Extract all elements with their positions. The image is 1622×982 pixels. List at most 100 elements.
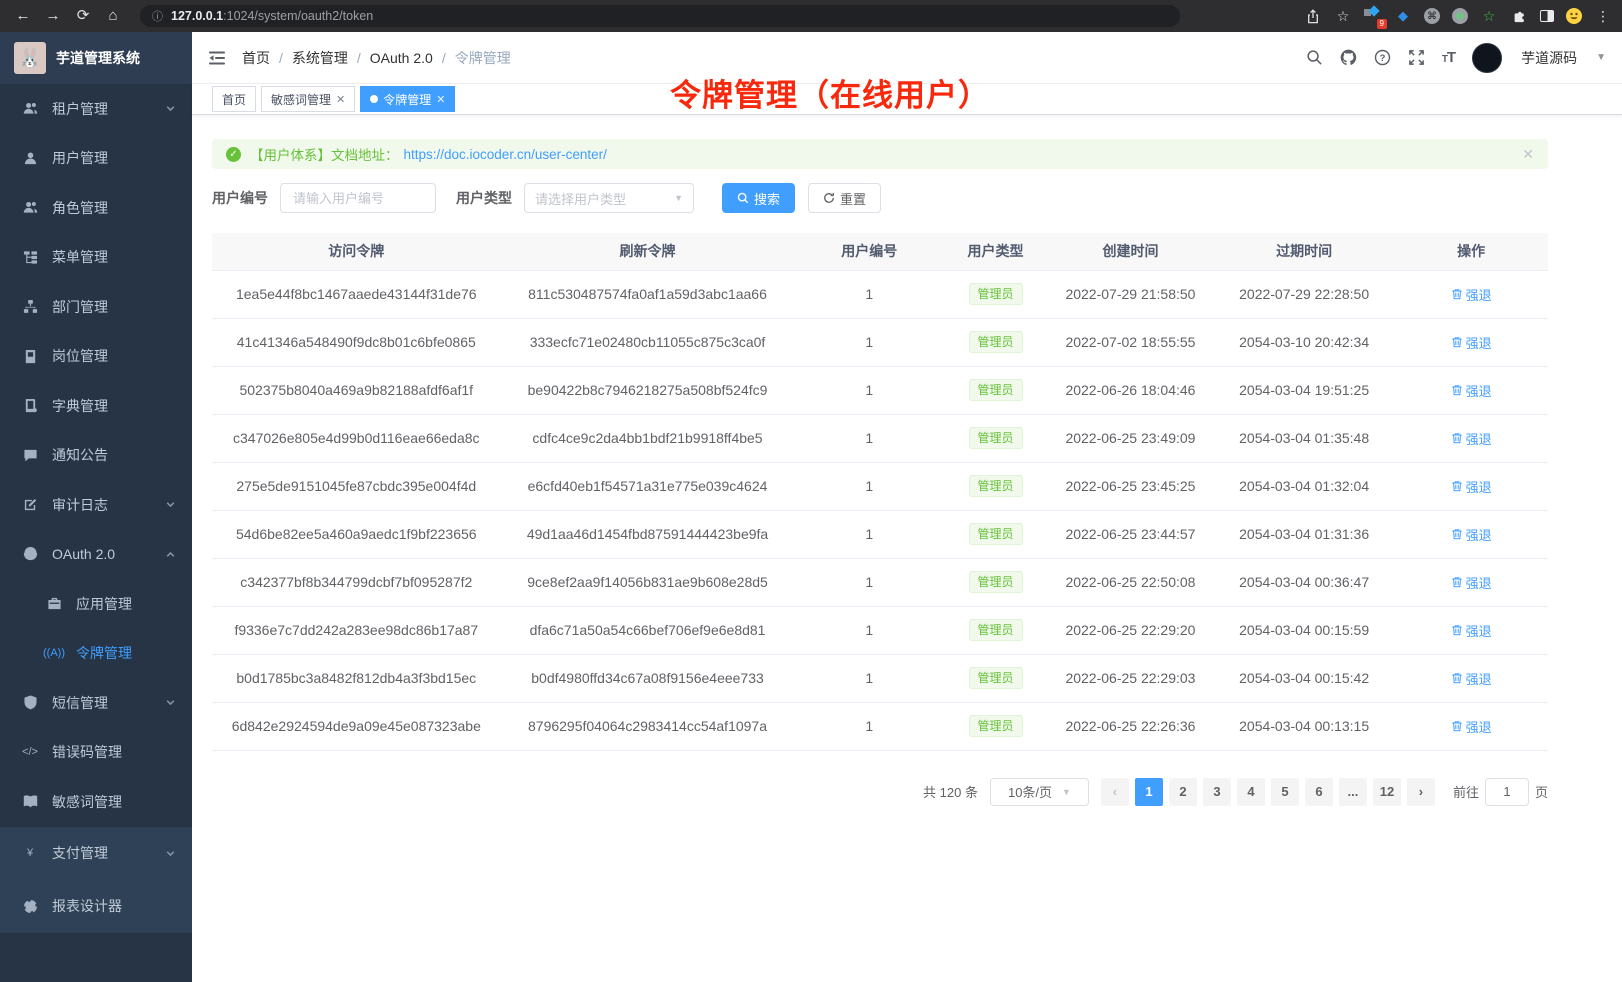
address-bar[interactable]: ⓘ 127.0.0.1:1024/system/oauth2/token	[140, 5, 1180, 27]
user-id-input[interactable]	[280, 183, 436, 213]
reset-button[interactable]: 重置	[808, 183, 881, 213]
record-extension-icon[interactable]	[1452, 8, 1468, 24]
force-logout-button[interactable]: 强退	[1451, 717, 1492, 736]
page-button-4[interactable]: 4	[1237, 778, 1265, 806]
refresh-token-cell: 8796295f04064c2983414cc54af1097a	[501, 702, 795, 750]
breadcrumb-item-1[interactable]: 系统管理	[292, 48, 348, 68]
chevron-down-icon: ▼	[674, 193, 683, 203]
page-size-select[interactable]: 10条/页 ▼	[990, 778, 1089, 806]
next-page-button[interactable]: ›	[1407, 778, 1435, 806]
access-token-cell: c342377bf8b344799dcbf7bf095287f2	[212, 558, 501, 606]
browser-refresh-icon[interactable]: ⟳	[70, 0, 96, 32]
page-button-12[interactable]: 12	[1373, 778, 1401, 806]
page-button-6[interactable]: 6	[1305, 778, 1333, 806]
force-logout-button[interactable]: 强退	[1451, 429, 1492, 448]
sidebar-item-11[interactable]: ((A))令牌管理	[0, 629, 192, 679]
browser-forward-icon[interactable]: →	[40, 0, 66, 32]
search-button[interactable]: 搜索	[722, 183, 795, 213]
prev-page-button[interactable]: ‹	[1101, 778, 1129, 806]
font-size-icon[interactable]: TT	[1442, 49, 1455, 66]
browser-menu-icon[interactable]: ⋮	[1594, 7, 1612, 25]
page-button-2[interactable]: 2	[1169, 778, 1197, 806]
sidebar-item-7[interactable]: 通知公告	[0, 431, 192, 481]
browser-back-icon[interactable]: ←	[10, 0, 36, 32]
pagination: 共 120 条 10条/页 ▼ ‹123456...12› 前往 页	[212, 778, 1548, 806]
sidebar-item-10[interactable]: 应用管理	[0, 579, 192, 629]
force-logout-button[interactable]: 强退	[1451, 381, 1492, 400]
force-logout-button[interactable]: 强退	[1451, 333, 1492, 352]
shield-icon	[22, 695, 38, 711]
page-button-5[interactable]: 5	[1271, 778, 1299, 806]
alert-doc-link[interactable]: https://doc.iocoder.cn/user-center/	[404, 147, 607, 162]
sidebar-item-6[interactable]: 字典管理	[0, 381, 192, 431]
user-type-tag: 管理员	[969, 427, 1023, 449]
page-button-1[interactable]: 1	[1135, 778, 1163, 806]
share-icon[interactable]	[1304, 7, 1322, 25]
tab-close-icon[interactable]: ✕	[436, 93, 445, 106]
help-icon[interactable]: ?	[1374, 49, 1391, 66]
browser-home-icon[interactable]: ⌂	[100, 0, 126, 32]
avatar[interactable]	[1472, 43, 1502, 73]
expire-time-cell: 2054-03-04 01:35:48	[1214, 414, 1394, 462]
github-icon[interactable]	[1340, 49, 1357, 66]
fullscreen-icon[interactable]	[1408, 49, 1425, 66]
star-extension-icon[interactable]: ☆	[1480, 7, 1498, 25]
page-button-3[interactable]: 3	[1203, 778, 1231, 806]
force-logout-button[interactable]: 强退	[1451, 621, 1492, 640]
message-icon	[22, 447, 38, 463]
breadcrumb-item-0[interactable]: 首页	[242, 48, 270, 68]
force-logout-button[interactable]: 强退	[1451, 477, 1492, 496]
sidebar-item-1[interactable]: 用户管理	[0, 134, 192, 184]
sidebar-item-0[interactable]: 租户管理	[0, 84, 192, 134]
sidepanel-icon[interactable]	[1540, 10, 1554, 22]
bookmark-star-icon[interactable]: ☆	[1334, 7, 1352, 25]
table-row: c347026e805e4d99b0d116eae66eda8ccdfc4ce9…	[212, 414, 1548, 462]
column-header-3: 用户类型	[944, 233, 1047, 270]
force-logout-button[interactable]: 强退	[1451, 525, 1492, 544]
alert-text: 【用户体系】文档地址：	[250, 144, 399, 164]
sidebar-item-12[interactable]: 短信管理	[0, 678, 192, 728]
expire-time-cell: 2054-03-04 00:15:42	[1214, 654, 1394, 702]
sidebar-item-14[interactable]: 敏感词管理	[0, 777, 192, 827]
created-time-cell: 2022-06-26 18:04:46	[1047, 366, 1214, 414]
more-pages-button[interactable]: ...	[1339, 778, 1367, 806]
username[interactable]: 芋道源码	[1521, 48, 1577, 68]
profile-emoji-icon[interactable]	[1566, 8, 1582, 24]
sidebar-item-5[interactable]: 岗位管理	[0, 332, 192, 382]
breadcrumb-item-2[interactable]: OAuth 2.0	[370, 50, 433, 66]
collapse-sidebar-icon[interactable]	[208, 50, 226, 66]
force-logout-button[interactable]: 强退	[1451, 285, 1492, 304]
page-info-icon[interactable]: ⓘ	[152, 8, 163, 24]
sidebar-item-2[interactable]: 角色管理	[0, 183, 192, 233]
sidebar-item-9[interactable]: OAuth 2.0	[0, 530, 192, 580]
sidebar-item-16[interactable]: 报表设计器	[0, 880, 192, 933]
created-time-cell: 2022-06-25 22:29:03	[1047, 654, 1214, 702]
gem-extension-icon[interactable]: ◆	[1394, 7, 1412, 25]
tab-0[interactable]: 首页	[212, 86, 256, 112]
sidebar-item-15[interactable]: ¥支付管理	[0, 827, 192, 880]
force-logout-button[interactable]: 强退	[1451, 669, 1492, 688]
chevron-down-icon[interactable]: ▼	[1596, 52, 1606, 63]
user-type-tag: 管理员	[969, 331, 1023, 353]
table-row: 6d842e2924594de9a09e45e087323abe8796295f…	[212, 702, 1548, 750]
user-type-select[interactable]: 请选择用户类型 ▼	[524, 183, 694, 213]
app-logo[interactable]: 🐰 芋道管理系统	[0, 32, 192, 84]
sidebar-item-4[interactable]: 部门管理	[0, 282, 192, 332]
goto-page-input[interactable]	[1485, 778, 1529, 806]
created-time-cell: 2022-06-25 23:45:25	[1047, 462, 1214, 510]
search-icon[interactable]	[1306, 49, 1323, 66]
browser-chrome: ← → ⟳ ⌂ ⓘ 127.0.0.1:1024/system/oauth2/t…	[0, 0, 1622, 32]
puzzle-extensions-icon[interactable]	[1510, 7, 1528, 25]
tab-2[interactable]: 令牌管理✕	[360, 86, 455, 112]
extension-shapes-icon[interactable]: 9	[1364, 7, 1382, 25]
tab-1[interactable]: 敏感词管理✕	[261, 86, 355, 112]
alert-close-icon[interactable]: ✕	[1522, 146, 1534, 163]
sidebar-item-8[interactable]: 审计日志	[0, 480, 192, 530]
user-type-tag: 管理员	[969, 283, 1023, 305]
tab-close-icon[interactable]: ✕	[336, 93, 345, 106]
force-logout-button[interactable]: 强退	[1451, 573, 1492, 592]
column-header-5: 过期时间	[1214, 233, 1394, 270]
sidebar-item-13[interactable]: </>错误码管理	[0, 728, 192, 778]
sidebar-item-3[interactable]: 菜单管理	[0, 233, 192, 283]
command-extension-icon[interactable]: ⌘	[1424, 8, 1440, 24]
